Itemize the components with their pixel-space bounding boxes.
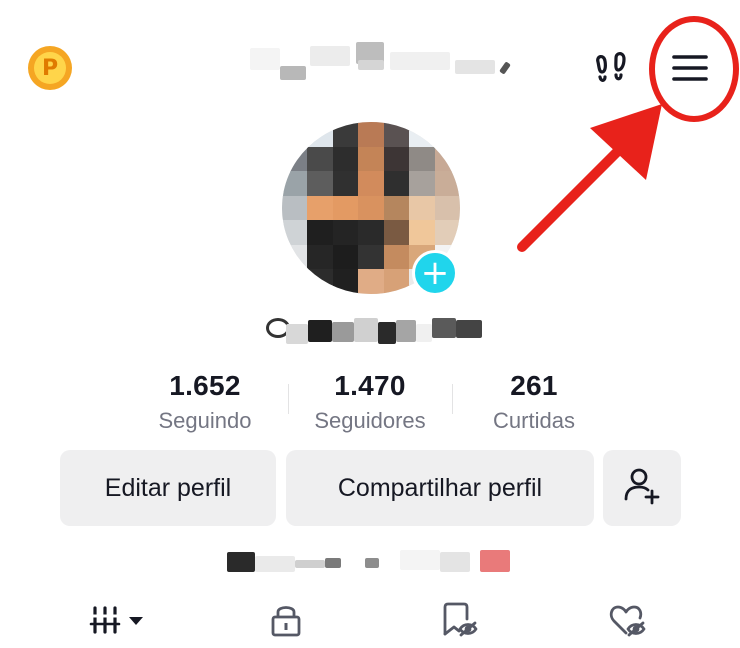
- avatar-pixel: [307, 220, 334, 246]
- tab-liked[interactable]: [597, 600, 657, 644]
- followers-label: Seguidores: [314, 408, 426, 433]
- avatar-pixel: [307, 146, 334, 173]
- likes-label: Curtidas: [493, 408, 575, 433]
- avatar-pixel: [307, 122, 334, 148]
- avatar-pixel: [282, 195, 309, 222]
- stat-divider: [452, 384, 453, 414]
- avatar-pixel: [409, 195, 436, 222]
- heart-hidden-icon: [607, 601, 647, 644]
- avatar-pixel: [358, 269, 385, 294]
- avatar-pixel: [409, 171, 436, 197]
- avatar-pixel: [332, 195, 360, 222]
- tab-private[interactable]: [256, 600, 316, 644]
- avatar-pixel: [383, 244, 411, 271]
- avatar-pixel: [434, 220, 460, 246]
- add-story-button[interactable]: +: [412, 250, 458, 296]
- avatar-pixel: [358, 220, 385, 246]
- avatar-pixel: [282, 244, 309, 271]
- avatar-pixel: [383, 146, 411, 173]
- avatar-pixel: [383, 220, 411, 246]
- share-profile-button[interactable]: Compartilhar perfil: [286, 450, 594, 526]
- avatar-pixel: [282, 220, 309, 246]
- avatar-pixel: [358, 195, 385, 222]
- avatar-pixel: [434, 122, 460, 148]
- avatar-pixel: [332, 122, 360, 148]
- avatar-pixel: [332, 269, 360, 294]
- avatar-pixel: [307, 171, 334, 197]
- edit-profile-button[interactable]: Editar perfil: [60, 450, 276, 526]
- avatar-pixel: [307, 195, 334, 222]
- stat-likes[interactable]: 261 Curtidas: [454, 370, 614, 434]
- avatar-pixel: [332, 171, 360, 197]
- stat-following[interactable]: 1.652 Seguindo: [125, 370, 285, 434]
- lock-private-icon: [269, 601, 303, 644]
- tab-saved[interactable]: [428, 600, 488, 644]
- hamburger-menu-icon[interactable]: [664, 44, 718, 92]
- coin-letter: P: [34, 52, 66, 84]
- likes-count: 261: [510, 370, 558, 401]
- avatar-pixel: [383, 269, 411, 294]
- avatar-pixel: [332, 146, 360, 173]
- avatar-pixel: [282, 122, 309, 148]
- following-label: Seguindo: [158, 408, 252, 433]
- bookmark-hidden-icon: [438, 601, 478, 644]
- avatar-pixel: [307, 244, 334, 271]
- username-title-blurred: [250, 42, 520, 82]
- avatar-pixel: [358, 122, 385, 148]
- avatar-pixel: [434, 171, 460, 197]
- add-friend-button[interactable]: [603, 450, 681, 526]
- avatar-pixel: [282, 171, 309, 197]
- avatar-pixel: [383, 171, 411, 197]
- avatar-pixel: [434, 195, 460, 222]
- add-friend-icon: [622, 465, 662, 512]
- footprints-icon[interactable]: [590, 48, 632, 90]
- avatar-pixel: [409, 146, 436, 173]
- avatar-pixel: [358, 146, 385, 173]
- avatar-pixel: [409, 122, 436, 148]
- avatar-pixel: [383, 195, 411, 222]
- tab-videos[interactable]: [86, 600, 152, 644]
- avatar-pixel: [434, 146, 460, 173]
- coin-icon[interactable]: P: [28, 46, 72, 90]
- stat-divider: [288, 384, 289, 414]
- followers-count: 1.470: [334, 370, 406, 401]
- stat-followers[interactable]: 1.470 Seguidores: [290, 370, 450, 434]
- handle-blurred: [258, 314, 488, 346]
- following-count: 1.652: [169, 370, 241, 401]
- avatar-pixel: [332, 220, 360, 246]
- avatar-pixel: [358, 244, 385, 271]
- bio-blurred: [225, 546, 515, 576]
- avatar-pixel: [332, 244, 360, 271]
- avatar-pixel: [383, 122, 411, 148]
- avatar-pixel: [307, 269, 334, 294]
- annotation-arrow: [510, 92, 680, 262]
- avatar-pixel: [358, 171, 385, 197]
- avatar-pixel: [409, 220, 436, 246]
- avatar-pixel: [282, 146, 309, 173]
- avatar-pixel: [282, 269, 309, 294]
- grid-videos-icon: [89, 603, 149, 642]
